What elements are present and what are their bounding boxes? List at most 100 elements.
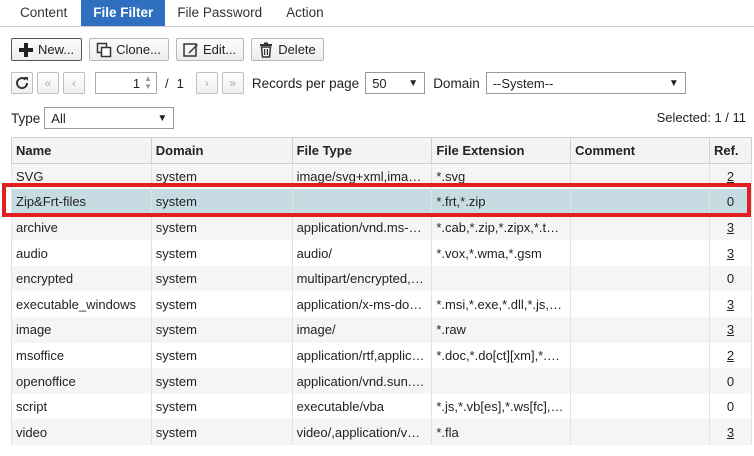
cell-file-type: image/: [291, 317, 433, 343]
delete-button[interactable]: Delete: [251, 38, 324, 61]
cell-domain: system: [150, 265, 293, 292]
table-row[interactable]: script system executable/vba *.js,*.vb[es],…: [11, 393, 753, 420]
column-header-domain[interactable]: Domain: [150, 137, 293, 164]
delete-button-label: Delete: [278, 42, 316, 57]
table-header-row: Name Domain File Type File Extension Com…: [11, 137, 753, 164]
table-row[interactable]: executable_windows system application/x-ms…: [11, 291, 753, 318]
cell-ref: 3: [708, 240, 753, 266]
cell-comment: [570, 189, 710, 215]
cell-domain: system: [150, 163, 293, 190]
type-filter: Type All ▼: [11, 107, 175, 129]
cell-ref: 3: [708, 214, 753, 241]
cell-comment: [570, 291, 710, 318]
clone-icon: [95, 41, 113, 59]
tab-content[interactable]: Content: [0, 0, 81, 26]
type-select[interactable]: All ▼: [44, 107, 175, 129]
ref-link[interactable]: 3: [727, 220, 734, 235]
cell-file-type: [291, 189, 433, 215]
cell-domain: system: [150, 393, 293, 420]
ref-link[interactable]: 3: [727, 322, 734, 337]
clone-button-label: Clone...: [116, 42, 161, 57]
cell-file-extension: *.fla: [431, 419, 572, 446]
pagination-bar: « ‹ 1 ▲ ▼ / 1 › » Records per page 50 ▼ D…: [11, 71, 686, 95]
domain-select[interactable]: --System-- ▼: [485, 72, 686, 94]
cell-file-extension: [431, 265, 572, 292]
next-page-icon[interactable]: ›: [195, 72, 218, 94]
cell-ref: 0: [708, 368, 753, 394]
edit-button[interactable]: Edit...: [175, 38, 245, 61]
cell-ref: 3: [708, 317, 753, 343]
column-header-file-type[interactable]: File Type: [291, 137, 433, 164]
cell-file-extension: *.svg: [431, 163, 572, 190]
cell-ref: 3: [708, 291, 753, 318]
ref-link[interactable]: 3: [727, 425, 734, 440]
refresh-icon[interactable]: [11, 72, 33, 94]
cell-file-extension: *.raw: [431, 317, 572, 343]
column-header-name[interactable]: Name: [11, 137, 152, 164]
column-header-file-extension[interactable]: File Extension: [431, 137, 572, 164]
cell-ref: 2: [708, 163, 753, 190]
table-body: SVGsystemimage/svg+xml,image/svg-xml*.sv…: [11, 163, 753, 446]
cell-name: msoffice: [11, 342, 152, 369]
cell-domain: system: [150, 317, 293, 343]
cell-file-extension: *.vox,*.wma,*.gsm: [431, 240, 572, 266]
table-row[interactable]: openoffice system application/vnd.sun.*,ap…: [11, 368, 753, 394]
domain-label: Domain: [433, 75, 480, 91]
ref-link[interactable]: 3: [727, 297, 734, 312]
cell-domain: system: [150, 291, 293, 318]
table-row[interactable]: encryptedsystemmultipart/encrypted,appli…: [11, 265, 753, 292]
chevron-down-icon: ▼: [408, 77, 419, 89]
table-row[interactable]: Zip&Frt-files system *.frt,*.zip 0: [11, 189, 753, 215]
cell-name: executable_windows: [11, 291, 152, 318]
cell-file-type: image/svg+xml,image/svg-xml: [291, 163, 433, 190]
tab-file-filter[interactable]: File Filter: [81, 0, 166, 26]
table-row[interactable]: archivesystemapplication/vnd.ms-cab-comp…: [11, 214, 753, 241]
cell-name: encrypted: [11, 265, 152, 292]
tab-file-password[interactable]: File Password: [165, 0, 274, 26]
cell-file-extension: *.doc,*.do[ct][xm],*.xls,*.xlsx: [431, 342, 572, 369]
cell-file-extension: *.msi,*.exe,*.dll,*.js,*.jse,*.vbs: [431, 291, 572, 318]
tab-bar: Content File Filter File Password Action: [0, 0, 754, 27]
cell-file-extension: [431, 368, 572, 394]
table-row[interactable]: SVGsystemimage/svg+xml,image/svg-xml*.sv…: [11, 163, 753, 190]
cell-file-type: application/vnd.sun.*,application: [291, 368, 433, 394]
column-header-comment[interactable]: Comment: [570, 137, 710, 164]
new-button-label: New...: [38, 42, 75, 57]
clone-button[interactable]: Clone...: [89, 38, 169, 61]
first-page-icon[interactable]: «: [37, 72, 59, 94]
cell-comment: [570, 214, 710, 241]
cell-name: video: [11, 419, 152, 446]
page-number-input[interactable]: 1 ▲ ▼: [95, 72, 157, 94]
chevron-down-icon: ▼: [668, 77, 679, 89]
ref-link[interactable]: 2: [727, 348, 734, 363]
cell-domain: system: [150, 342, 293, 369]
spinner-icon[interactable]: ▲ ▼: [144, 75, 152, 91]
new-button[interactable]: New...: [11, 38, 83, 61]
cell-file-type: application/x-ms-dos-executable: [291, 291, 433, 318]
cell-file-type: executable/vba: [291, 393, 433, 420]
ref-link[interactable]: 3: [727, 246, 734, 261]
table-row[interactable]: audio system audio/*.vox,*.wma,*.gsm 3: [11, 240, 753, 266]
type-value: All: [51, 110, 66, 126]
cell-name: Zip&Frt-files: [11, 189, 152, 215]
table-row[interactable]: msoffice system application/rtf,applicatio…: [11, 342, 753, 369]
cell-ref: 2: [708, 342, 753, 369]
cell-domain: system: [150, 214, 293, 241]
column-header-ref[interactable]: Ref.: [708, 137, 753, 164]
table-row[interactable]: videosystemvideo/,application/vnd.rn-rea…: [11, 419, 753, 446]
prev-page-icon[interactable]: ‹: [63, 72, 85, 94]
tab-action[interactable]: Action: [274, 0, 336, 26]
trash-icon: [257, 41, 275, 59]
records-per-page-select[interactable]: 50 ▼: [365, 72, 426, 94]
cell-ref: 0: [708, 189, 753, 215]
cell-file-extension: *.js,*.vb[es],*.ws[fc],*.java: [431, 393, 572, 420]
last-page-icon[interactable]: »: [221, 72, 244, 94]
cell-domain: system: [150, 419, 293, 446]
ref-link[interactable]: 2: [727, 169, 734, 184]
domain-value: --System--: [492, 75, 554, 91]
table-row[interactable]: image system image/*.raw 3: [11, 317, 753, 343]
cell-comment: [570, 393, 710, 420]
cell-file-type: multipart/encrypted,application: [291, 265, 433, 292]
cell-name: archive: [11, 214, 152, 241]
cell-comment: [570, 163, 710, 190]
